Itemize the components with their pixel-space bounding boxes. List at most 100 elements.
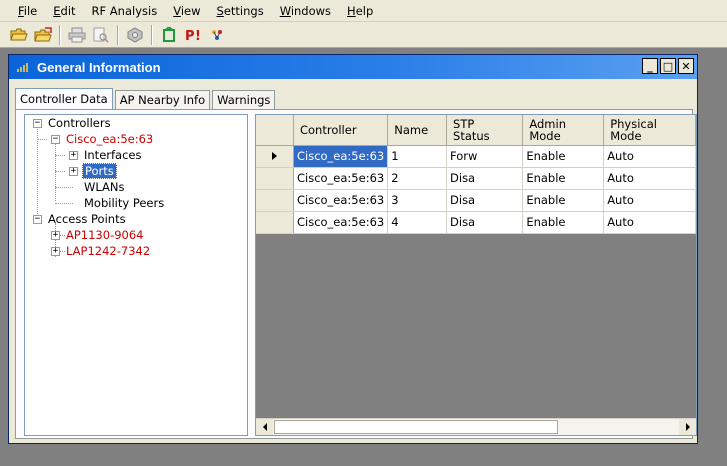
open-multi-button[interactable] [32,24,54,46]
scroll-right-button[interactable] [679,419,696,435]
table-cell[interactable]: Auto [603,211,696,234]
table-row[interactable]: Cisco_ea:5e:63 2 Disa Enable Auto [256,167,696,190]
table-cell[interactable]: Enable [522,211,605,234]
network-button[interactable] [124,24,146,46]
tree-connector [37,127,38,224]
column-header-name[interactable]: Name [387,115,448,146]
table-cell[interactable]: 2 [387,167,448,190]
tree-node-ap1[interactable]: + AP1130-9064 [51,227,146,243]
scrollbar-thumb[interactable] [274,420,558,434]
expand-icon[interactable]: + [51,230,60,240]
menu-edit[interactable]: Edit [45,1,83,21]
table-row[interactable]: Cisco_ea:5e:63 4 Disa Enable Auto [256,211,696,234]
table-row[interactable]: Cisco_ea:5e:63 3 Disa Enable Auto [256,189,696,212]
tree-node-controller[interactable]: − Cisco_ea:5e:63 [51,131,155,147]
tree-node-mobility-peers[interactable]: Mobility Peers [82,195,166,211]
controller-tree[interactable]: − Controllers − Cisco_ea:5e:63 + Interfa… [24,114,248,436]
tree-node-access-points[interactable]: − Access Points [33,211,128,227]
table-row[interactable]: Cisco_ea:5e:63 1 Forw Enable Auto [256,145,696,168]
expand-icon[interactable]: + [69,150,78,160]
ports-data-grid[interactable]: Controller Name STP Status Admin Mode Phys… [255,114,697,436]
row-header[interactable] [256,167,294,190]
svg-text:!: ! [195,29,201,43]
menu-help[interactable]: Help [339,1,381,21]
column-header-stp-status[interactable]: STP Status [446,115,524,146]
collapse-icon[interactable]: − [33,214,42,224]
menu-windows[interactable]: Windows [272,1,339,21]
app-window: File Edit RF Analysis View Settings Wind… [0,0,727,466]
row-header[interactable] [256,211,294,234]
maximize-button[interactable]: □ [660,58,676,74]
print-preview-button[interactable] [90,24,112,46]
column-header-controller[interactable]: Controller [293,115,389,146]
tree-label: Mobility Peers [84,196,165,210]
tree-node-wlans[interactable]: WLANs [82,179,127,195]
table-cell[interactable]: Cisco_ea:5e:63 [293,145,389,168]
general-information-window: General Information _ □ ✕ Controller Dat… [8,54,698,444]
network-icon [127,26,143,43]
tab-controller-data[interactable]: Controller Data [15,88,113,110]
tree-label: LAP1242-7342 [66,244,151,258]
refresh-button[interactable] [158,24,180,46]
toolbar-separator [117,24,119,45]
tree-label: AP1130-9064 [66,228,144,242]
tree-label: Interfaces [84,148,142,162]
tab-ap-nearby-info[interactable]: AP Nearby Info [114,90,211,110]
window-title: General Information [37,59,161,75]
row-header[interactable] [256,189,294,212]
column-header-admin-mode[interactable]: Admin Mode [522,115,605,146]
tree-node-interfaces[interactable]: + Interfaces [69,147,143,163]
tree-connector [55,171,65,172]
menu-file[interactable]: File [10,1,45,21]
collapse-icon[interactable]: − [51,134,60,144]
table-cell[interactable]: Cisco_ea:5e:63 [293,189,389,212]
minimize-button[interactable]: _ [642,58,658,74]
print-preview-icon [93,27,109,43]
table-cell[interactable]: Enable [522,167,605,190]
table-cell[interactable]: Enable [522,189,605,212]
menu-view[interactable]: View [165,1,208,21]
tool-button[interactable] [206,24,228,46]
table-cell[interactable]: Cisco_ea:5e:63 [293,167,389,190]
table-cell[interactable]: Auto [603,167,696,190]
table-cell[interactable]: Forw [446,145,524,168]
window-title-bar[interactable]: General Information _ □ ✕ [9,55,697,79]
menu-settings[interactable]: Settings [209,1,272,21]
open-folder-button[interactable] [8,24,30,46]
table-cell[interactable]: 3 [387,189,448,212]
row-header-current[interactable] [256,145,294,168]
table-cell[interactable]: Disa [446,189,524,212]
column-header-physical-mode[interactable]: Physical Mode [603,115,696,146]
alert-button[interactable]: P ! [182,24,204,46]
menu-rf-analysis[interactable]: RF Analysis [84,1,166,21]
print-button[interactable] [66,24,88,46]
expand-icon[interactable]: + [51,246,60,256]
horizontal-scrollbar[interactable] [256,418,696,435]
expand-icon[interactable]: + [69,166,78,176]
table-cell[interactable]: 1 [387,145,448,168]
scroll-left-button[interactable] [256,419,273,435]
tab-strip: Controller Data AP Nearby Info Warnings [15,88,277,110]
alert-icon: P ! [185,29,201,43]
table-cell[interactable]: Enable [522,145,605,168]
collapse-icon[interactable]: − [33,118,42,128]
close-button[interactable]: ✕ [678,58,694,74]
tab-warnings[interactable]: Warnings [212,90,276,110]
table-cell[interactable]: 4 [387,211,448,234]
table-cell[interactable]: Auto [603,145,696,168]
table-cell[interactable]: Disa [446,167,524,190]
tree-connector [55,143,56,201]
table-cell[interactable]: Cisco_ea:5e:63 [293,211,389,234]
tree-node-ports[interactable]: + Ports [69,163,117,179]
tree-label: WLANs [84,180,125,194]
table-cell[interactable]: Auto [603,189,696,212]
tree-label: Cisco_ea:5e:63 [66,132,154,146]
minimize-icon: _ [647,59,653,73]
tree-connector [37,139,47,140]
toolbar: P ! [0,22,727,48]
print-icon [68,27,86,42]
table-cell[interactable]: Disa [446,211,524,234]
tree-node-controllers[interactable]: − Controllers [33,115,113,131]
tree-node-ap2[interactable]: + LAP1242-7342 [51,243,152,259]
tool-icon [212,29,222,40]
